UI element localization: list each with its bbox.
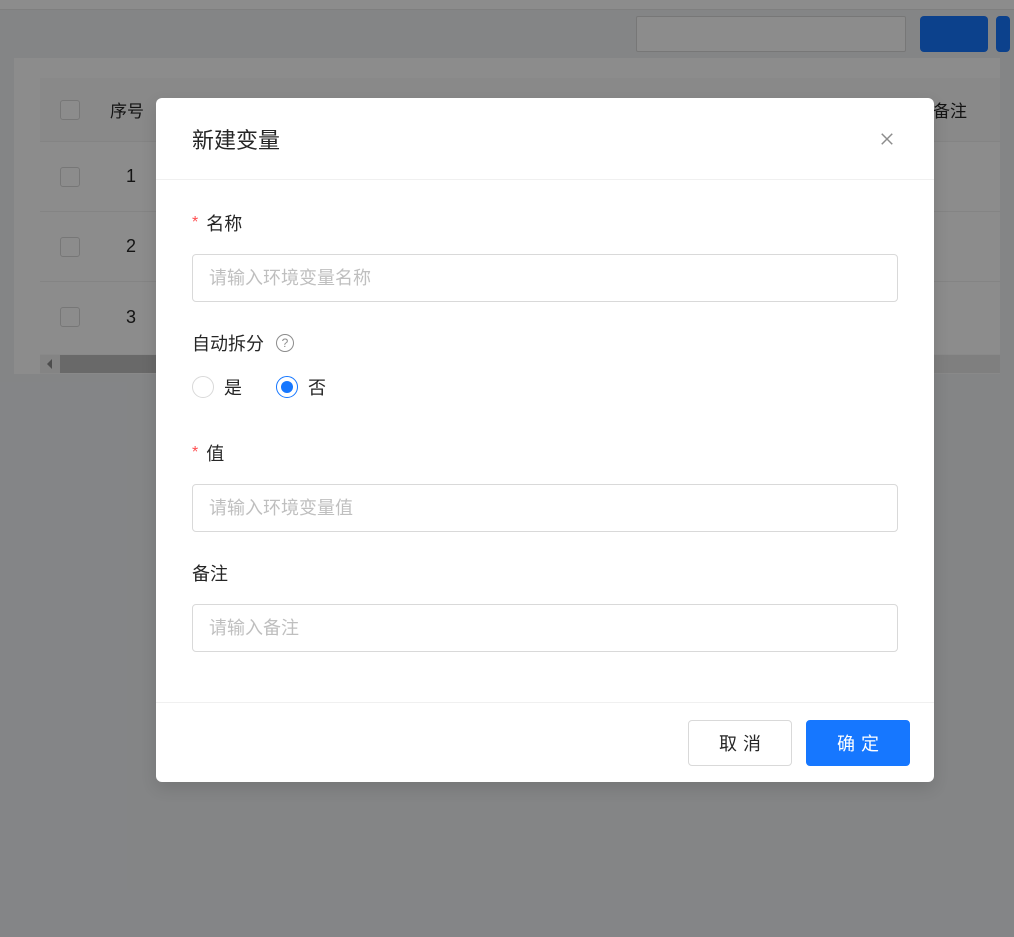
radio-yes[interactable]: 是 xyxy=(192,374,242,400)
radio-no[interactable]: 否 xyxy=(276,374,326,400)
name-label: * 名称 xyxy=(192,210,898,236)
close-icon[interactable] xyxy=(876,128,898,150)
modal-overlay[interactable]: 新建变量 * 名称 自动拆分 ? xyxy=(0,0,1014,937)
required-star-icon: * xyxy=(192,444,198,462)
value-label: * 值 xyxy=(192,440,898,466)
auto-split-radio-group: 是 否 xyxy=(192,374,898,400)
form-item-auto-split: 自动拆分 ? 是 否 xyxy=(192,330,898,400)
confirm-button[interactable]: 确定 xyxy=(806,720,910,766)
radio-yes-label: 是 xyxy=(224,374,242,400)
modal-header: 新建变量 xyxy=(156,98,934,180)
modal-body: * 名称 自动拆分 ? 是 xyxy=(156,180,934,702)
radio-circle-checked-icon xyxy=(276,376,298,398)
name-label-text: 名称 xyxy=(206,210,242,236)
radio-circle-icon xyxy=(192,376,214,398)
modal-footer: 取消 确定 xyxy=(156,702,934,782)
radio-no-label: 否 xyxy=(308,374,326,400)
name-input[interactable] xyxy=(192,254,898,302)
required-star-icon: * xyxy=(192,214,198,232)
form-item-value: * 值 xyxy=(192,440,898,532)
modal-title: 新建变量 xyxy=(192,123,280,155)
remark-label-text: 备注 xyxy=(192,560,228,586)
form-item-remark: 备注 xyxy=(192,560,898,652)
value-label-text: 值 xyxy=(206,440,224,466)
help-icon[interactable]: ? xyxy=(276,334,294,352)
radio-dot-icon xyxy=(281,381,293,393)
remark-input[interactable] xyxy=(192,604,898,652)
form-item-name: * 名称 xyxy=(192,210,898,302)
auto-split-label-text: 自动拆分 xyxy=(192,330,264,356)
value-input[interactable] xyxy=(192,484,898,532)
cancel-button[interactable]: 取消 xyxy=(688,720,792,766)
remark-label: 备注 xyxy=(192,560,898,586)
create-variable-modal: 新建变量 * 名称 自动拆分 ? xyxy=(156,98,934,782)
auto-split-label: 自动拆分 ? xyxy=(192,330,898,356)
